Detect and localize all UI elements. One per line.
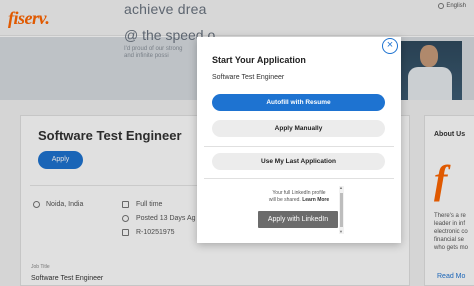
linkedin-note: Your full LinkedIn profile will be share… <box>258 190 340 204</box>
linkedin-note-line-2: will be shared. Learn More <box>258 197 340 204</box>
close-icon[interactable]: × <box>382 38 398 54</box>
apply-manually-button[interactable]: Apply Manually <box>212 120 385 137</box>
apply-with-linkedin-button[interactable]: Apply with LinkedIn <box>258 211 338 228</box>
scroll-down-arrow-icon[interactable]: ▼ <box>339 229 343 234</box>
modal-divider <box>204 178 394 179</box>
linkedin-note-text: will be shared. <box>268 197 303 203</box>
scroll-up-arrow-icon[interactable]: ▲ <box>339 185 343 190</box>
learn-more-link[interactable]: Learn More <box>302 197 329 203</box>
modal-title: Start Your Application <box>212 55 306 65</box>
autofill-resume-button[interactable]: Autofill with Resume <box>212 94 385 111</box>
scrollbar-thumb[interactable] <box>340 193 343 227</box>
linkedin-note-line-1: Your full LinkedIn profile <box>272 190 326 196</box>
modal-job-title: Software Test Engineer <box>212 74 285 81</box>
use-last-application-button[interactable]: Use My Last Application <box>212 153 385 170</box>
modal-divider <box>204 146 394 147</box>
